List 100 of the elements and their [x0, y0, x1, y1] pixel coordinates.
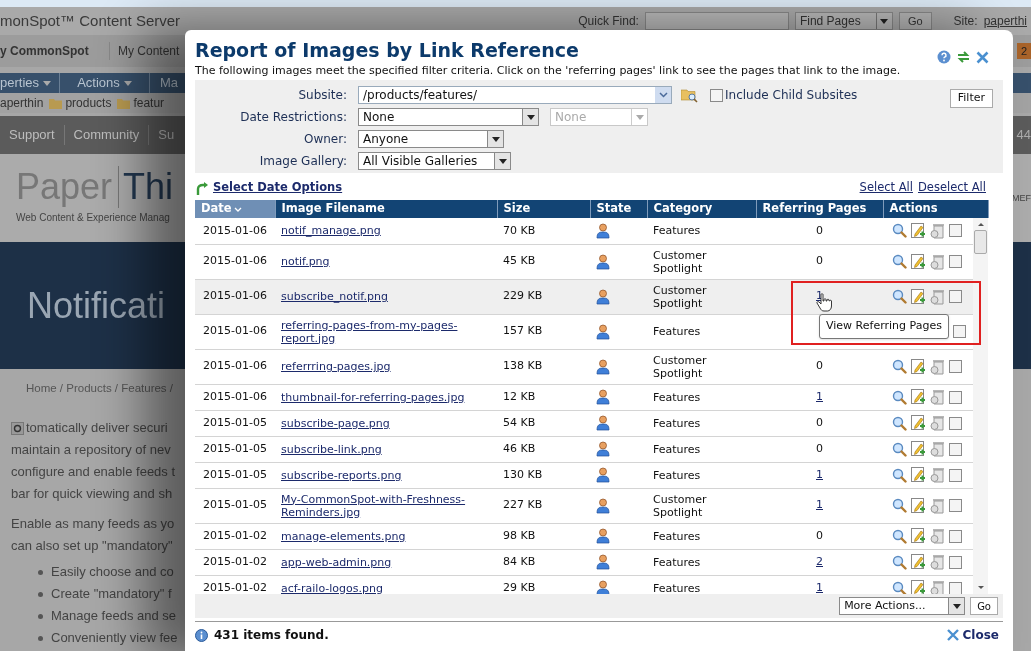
filter-button[interactable]: Filter [949, 89, 993, 108]
deselect-all-link[interactable]: Deselect All [918, 179, 986, 197]
nav-tab[interactable]: My Content [110, 42, 180, 60]
nav-tab[interactable]: y CommonSpot [0, 42, 110, 60]
bullet-text: Manage feeds and se [51, 607, 177, 626]
date-text: 2015-01-06 [203, 254, 267, 268]
date-text: 2015-01-02 [203, 528, 267, 542]
field-label: Subsite: [297, 87, 348, 104]
go-button[interactable]: Go [970, 597, 998, 615]
referring-pages-count: 0 [816, 441, 823, 455]
date-text: 2015-01-06 [203, 359, 267, 373]
breadcrumb: Home / Products / Features / [26, 381, 173, 396]
column-header[interactable]: Referring Pages [756, 200, 883, 218]
site-nav-link[interactable]: Community [64, 125, 150, 145]
size-text: 157 KB [503, 324, 543, 338]
category-text: Customer Spotlight [653, 492, 707, 519]
paragraph-line: configure and enable feeds t [11, 463, 176, 482]
column-header[interactable]: Image Filename [275, 200, 497, 218]
size-text: 98 KB [503, 528, 536, 542]
referring-pages-link[interactable]: 1 [816, 498, 823, 512]
find-type-select[interactable]: Find Pages [794, 12, 893, 30]
category-text: Features [653, 529, 701, 543]
filename-link[interactable]: manage-elements.png [281, 529, 485, 543]
folder-link[interactable]: featur [133, 94, 165, 112]
site-nav-link[interactable]: Support [0, 125, 65, 145]
close-button[interactable]: Close [946, 626, 999, 644]
size-text: 29 KB [503, 580, 536, 594]
column-header[interactable]: State [590, 200, 647, 218]
category-text: Features [653, 224, 701, 238]
size-text: 130 KB [503, 467, 543, 481]
date-text: 2015-01-02 [203, 554, 267, 568]
size-text: 84 KB [503, 554, 536, 568]
referring-pages-count: 0 [816, 359, 823, 373]
date-text: 2015-01-05 [203, 467, 267, 481]
size-text: 46 KB [503, 441, 536, 455]
status-text: 431 items found. [214, 627, 329, 644]
referring-pages-link[interactable]: 1 [816, 580, 823, 594]
size-text: 70 KB [503, 223, 536, 237]
referring-pages-count: 0 [816, 528, 823, 542]
field-label: Date Restrictions: [239, 109, 348, 126]
referring-pages-link[interactable]: 1 [816, 467, 823, 481]
subsite-combo[interactable]: /products/features/ [358, 86, 672, 104]
paragraph-line: can also set up "mandatory" [11, 537, 173, 556]
size-text: 227 KB [503, 498, 543, 512]
filename-link[interactable]: referrring-pages.jpg [281, 360, 485, 373]
filename-link[interactable]: subscribe-link.png [281, 442, 485, 456]
side-text: MEF [1012, 192, 1031, 205]
site-label: Site: [953, 13, 978, 30]
folder-link[interactable]: aperthin [0, 94, 44, 112]
filename-link[interactable]: acf-railo-logos.png [281, 581, 485, 594]
paragraph-line: Enable as many feeds as yo [11, 515, 175, 534]
paragraph-line: tomatically deliver securi [26, 419, 168, 438]
column-header[interactable]: Actions [883, 200, 988, 218]
category-text: Customer Spotlight [653, 353, 707, 380]
filename-link[interactable]: My-CommonSpot-with-Freshness-Reminders.jpg [281, 492, 485, 519]
date-text: 2015-01-05 [203, 441, 267, 455]
category-text: Customer Spotlight [653, 248, 707, 275]
category-text: Features [653, 442, 701, 456]
column-header[interactable]: Category [647, 200, 756, 218]
select-date-options-link[interactable]: Select Date Options [213, 179, 343, 197]
date-text: 2015-01-06 [203, 389, 267, 403]
date-text: 2015-01-05 [203, 498, 267, 512]
phone-number: 44 [1016, 126, 1031, 145]
filename-link[interactable]: referring-pages-from-my-pages-report.jpg [281, 318, 485, 345]
field-label: Owner: [303, 131, 348, 148]
category-text: Features [653, 555, 701, 569]
size-text: 229 KB [503, 289, 543, 303]
filename-link[interactable]: subscribe-page.png [281, 416, 485, 430]
date-text: 2015-01-05 [203, 415, 267, 429]
category-text: Features [653, 325, 701, 338]
logo-text: Thi [122, 166, 174, 208]
filename-link[interactable]: notif_manage.png [281, 224, 485, 238]
owner-select[interactable]: Anyone [358, 130, 504, 148]
go-button[interactable]: Go [898, 12, 932, 30]
tagline: Web Content & Experience Manag [16, 211, 171, 225]
bullet-text: Easily choose and co [51, 563, 174, 582]
tooltip: View Referring Pages [819, 314, 949, 339]
filename-link[interactable]: thumbnail-for-referring-pages.jpg [281, 390, 485, 404]
site-link[interactable]: paperthi [983, 12, 1027, 30]
bullet-text: Conveniently view fee [51, 629, 178, 648]
filename-link[interactable]: subscribe-reports.png [281, 468, 485, 482]
size-text: 54 KB [503, 415, 536, 429]
folder-link[interactable]: products [65, 94, 112, 112]
referring-pages-count: 0 [816, 254, 823, 268]
column-header[interactable]: Size [497, 200, 590, 218]
date-select[interactable]: None [358, 108, 539, 126]
date-text: 2015-01-06 [203, 223, 267, 237]
field-label: Image Gallery: [258, 153, 348, 170]
size-text: 12 KB [503, 389, 536, 403]
filename-link[interactable]: notif.png [281, 255, 485, 268]
paragraph-line: maintain a repository of nev [11, 441, 171, 460]
filename-link[interactable]: app-web-admin.png [281, 555, 485, 569]
more-actions-select[interactable]: More Actions... [839, 597, 966, 615]
referring-pages-link[interactable]: 1 [816, 389, 823, 403]
dialog-title: Report of Images by Link Reference [195, 38, 579, 62]
referring-pages-link[interactable]: 2 [816, 554, 823, 568]
select-all-link[interactable]: Select All [859, 179, 913, 197]
gallery-select[interactable]: All Visible Galleries [358, 152, 511, 170]
filename-link[interactable]: subscribe_notif.png [281, 290, 485, 303]
date-text: 2015-01-06 [203, 289, 267, 303]
